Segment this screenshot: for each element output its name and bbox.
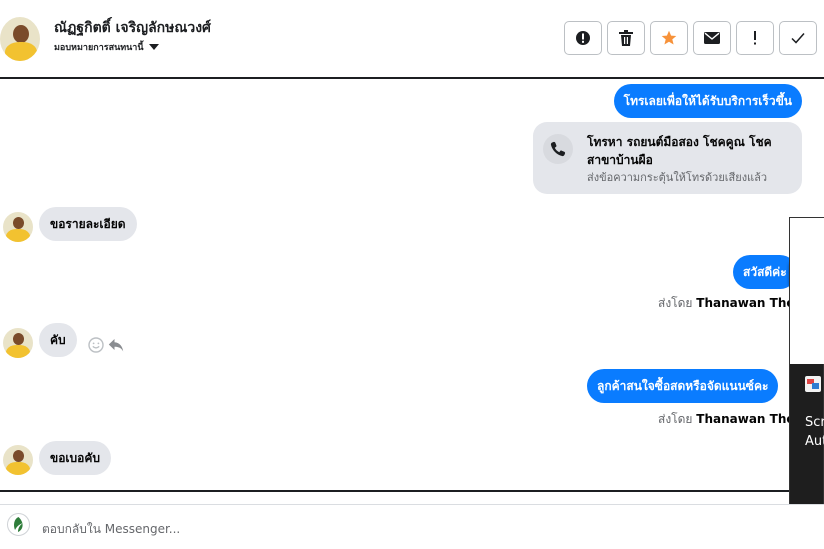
- sent-by-prefix: ส่งโดย: [658, 412, 693, 426]
- outgoing-message[interactable]: ลูกค้าสนใจซื้อสดหรือจัดแนนซ์คะ: [587, 369, 779, 403]
- exclamation-icon: [754, 31, 756, 45]
- sender-avatar[interactable]: [3, 328, 33, 358]
- caret-down-icon: [148, 44, 159, 50]
- incoming-message[interactable]: คับ: [39, 323, 77, 357]
- assign-conversation-label: มอบหมายการสนทนานี้: [54, 43, 144, 53]
- mark-unread-button[interactable]: [693, 21, 731, 55]
- follow-up-button[interactable]: [736, 21, 774, 55]
- incoming-message[interactable]: ขอเบอคับ: [39, 441, 111, 475]
- smiley-icon[interactable]: [88, 337, 104, 353]
- contact-name[interactable]: ณัฏฐกิตติ์ เจริญลักษณวงศ์: [54, 17, 211, 39]
- outgoing-call-cta-message[interactable]: โทรเลยเพื่อให้ได้รับบริการเร็วขึ้น: [613, 84, 802, 118]
- overlay-text-line: Scr: [805, 415, 824, 430]
- sent-by-label: ส่งโดย Thanawan Thon: [658, 410, 803, 429]
- page-logo: [7, 513, 30, 536]
- overlay-text-line: Aut: [805, 434, 824, 449]
- star-icon: [661, 30, 677, 45]
- overlay-window[interactable]: Scr Aut: [789, 217, 824, 547]
- sent-by-name: Thanawan Thon: [696, 412, 804, 426]
- overlay-text: Scr Aut: [805, 413, 824, 451]
- sent-by-label: ส่งโดย Thanawan Thon: [658, 294, 803, 313]
- checkmark-icon: [791, 33, 805, 44]
- contact-avatar[interactable]: [0, 17, 40, 61]
- message-thread[interactable]: โทรเลยเพื่อให้ได้รับบริการเร็วขึ้น โทรหา…: [0, 79, 824, 492]
- sent-by-prefix: ส่งโดย: [658, 296, 693, 310]
- call-card-title: โทรหา รถยนต์มือสอง โชคคูณ โชค สาขาบ้านผื…: [587, 135, 772, 167]
- overlay-content: [790, 218, 824, 364]
- sent-by-name: Thanawan Thon: [696, 296, 804, 310]
- sender-avatar[interactable]: [3, 445, 33, 475]
- incoming-message[interactable]: ขอรายละเอียด: [39, 207, 137, 241]
- star-button[interactable]: [650, 21, 688, 55]
- reply-input[interactable]: ตอบกลับใน Messenger...: [42, 520, 180, 539]
- report-icon: [576, 31, 590, 45]
- message-actions: [88, 337, 124, 353]
- trash-icon: [619, 30, 633, 46]
- delete-button[interactable]: [607, 21, 645, 55]
- call-request-card[interactable]: โทรหา รถยนต์มือสอง โชคคูณ โชค สาขาบ้านผื…: [533, 122, 802, 194]
- mark-done-button[interactable]: [779, 21, 817, 55]
- conversation-toolbar: [564, 21, 817, 55]
- phone-icon: [543, 134, 573, 164]
- mail-icon: [704, 32, 720, 44]
- reply-composer: ตอบกลับใน Messenger...: [0, 504, 824, 549]
- conversation-header: ณัฏฐกิตติ์ เจริญลักษณวงศ์ มอบหมายการสนทน…: [0, 0, 824, 79]
- reply-icon[interactable]: [108, 337, 124, 353]
- app-icon[interactable]: [805, 376, 821, 392]
- sender-avatar[interactable]: [3, 212, 33, 242]
- report-button[interactable]: [564, 21, 602, 55]
- assign-conversation-dropdown[interactable]: มอบหมายการสนทนานี้: [54, 40, 159, 54]
- outgoing-message[interactable]: สวัสดีค่ะ: [733, 255, 797, 289]
- call-card-subtitle: ส่งข้อความกระตุ้นให้โทรด้วยเสียงแล้ว: [587, 171, 768, 184]
